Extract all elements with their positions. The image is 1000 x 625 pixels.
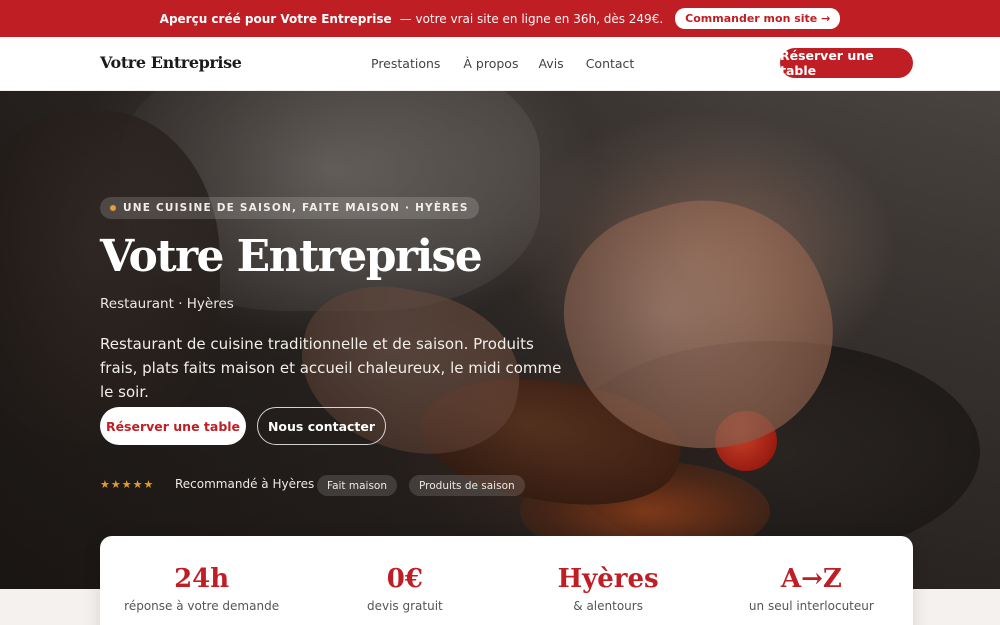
- nav-menu: Prestations À propos Avis Contact: [371, 56, 634, 71]
- reserve-table-button[interactable]: Réserver une table: [100, 407, 246, 445]
- hero-description: Restaurant de cuisine traditionnelle et …: [100, 335, 562, 401]
- hero-section: UNE CUISINE DE SAISON, FAITE MAISON · HY…: [0, 91, 1000, 589]
- stat-value: 0€: [386, 564, 423, 594]
- hero-eyebrow: UNE CUISINE DE SAISON, FAITE MAISON · HY…: [123, 202, 469, 214]
- stats-card: 24h réponse à votre demande 0€ devis gra…: [100, 536, 913, 625]
- banner-text: — votre vrai site en ligne en 36h, dès 2…: [399, 11, 664, 26]
- stat-label: devis gratuit: [366, 599, 443, 613]
- stat-item: 0€ devis gratuit: [303, 536, 506, 625]
- nav-link-about[interactable]: À propos: [463, 56, 518, 71]
- brand-logo[interactable]: Votre Entreprise: [100, 53, 242, 72]
- hero-eyebrow-pill: UNE CUISINE DE SAISON, FAITE MAISON · HY…: [100, 197, 479, 219]
- stat-label: réponse à votre demande: [124, 599, 280, 613]
- stat-item: 24h réponse à votre demande: [100, 536, 303, 625]
- hero-title: Votre Entreprise: [100, 231, 483, 282]
- stat-value: 24h: [174, 564, 230, 594]
- banner-lead: Aperçu créé pour Votre Entreprise: [159, 11, 392, 26]
- stat-value: A→Z: [780, 564, 842, 594]
- contact-button[interactable]: Nous contacter: [257, 407, 386, 445]
- nav-link-prestations[interactable]: Prestations: [371, 56, 440, 71]
- stat-label: & alentours: [573, 599, 643, 613]
- hero-subtitle: Restaurant · Hyères: [100, 296, 234, 312]
- top-nav: Votre Entreprise Prestations À propos Av…: [0, 37, 1000, 91]
- dot-icon: [110, 205, 116, 211]
- order-site-button[interactable]: Commander mon site →: [675, 8, 841, 29]
- nav-link-contact[interactable]: Contact: [586, 56, 635, 71]
- rating-stars-icon: ★★★★★: [100, 478, 155, 491]
- stat-item: A→Z un seul interlocuteur: [710, 536, 913, 625]
- promo-banner: Aperçu créé pour Votre Entreprise — votr…: [0, 0, 1000, 37]
- rating-text: Recommandé à Hyères: [175, 477, 315, 491]
- reserve-table-nav-button[interactable]: Réserver une table: [780, 48, 913, 78]
- nav-link-reviews[interactable]: Avis: [538, 56, 563, 71]
- stat-label: un seul interlocuteur: [748, 599, 874, 613]
- stat-value: Hyères: [557, 564, 659, 594]
- tag-produits-saison: Produits de saison: [409, 475, 525, 496]
- tag-fait-maison: Fait maison: [317, 475, 398, 496]
- stat-item: Hyères & alentours: [507, 536, 710, 625]
